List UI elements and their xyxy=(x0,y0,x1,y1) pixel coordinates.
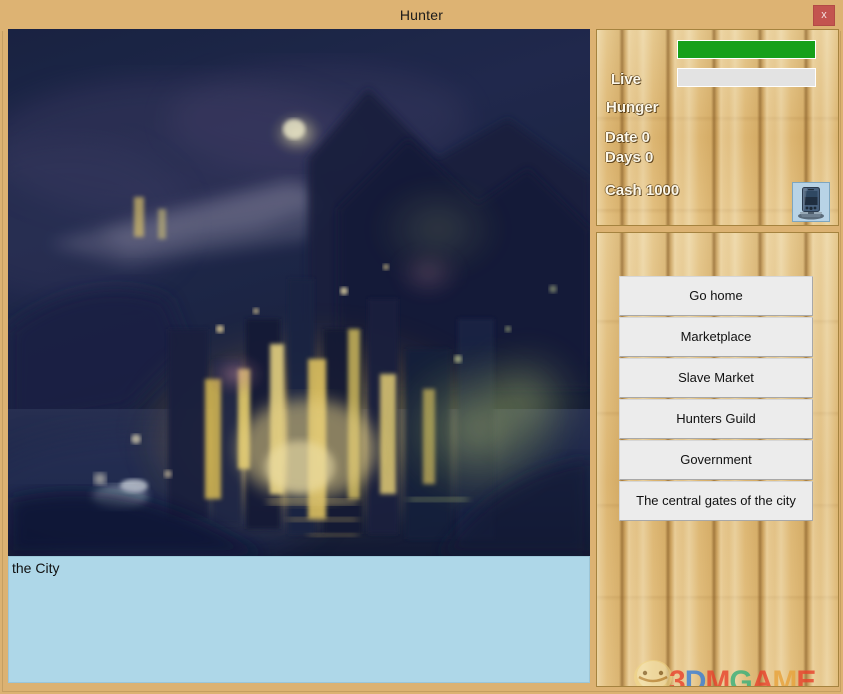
hunters-guild-button[interactable]: Hunters Guild xyxy=(619,399,813,439)
go-home-button[interactable]: Go home xyxy=(619,276,813,316)
status-panel: Live Hunger Date 0 Days 0 Cash 1000 xyxy=(596,29,839,226)
watermark-letter: 3 xyxy=(669,665,685,687)
message-log[interactable]: the City xyxy=(8,556,590,683)
watermark-text: 3DMGAME xyxy=(669,665,815,687)
watermark-letter: M xyxy=(772,665,796,687)
cash-value: Cash 1000 xyxy=(605,182,679,199)
watermark: 3DMGAME xyxy=(625,657,837,687)
log-text: the City xyxy=(12,560,59,577)
window-title: Hunter xyxy=(0,0,843,31)
title-bar: Hunter x xyxy=(0,0,843,31)
watermark-letter: E xyxy=(796,665,815,687)
government-button[interactable]: Government xyxy=(619,440,813,480)
live-label: Live xyxy=(611,71,641,88)
watermark-letter: M xyxy=(705,665,729,687)
game-window: Hunter x xyxy=(0,0,843,694)
pda-phone-dock-icon[interactable] xyxy=(792,182,830,222)
watermark-letter: G xyxy=(729,665,751,687)
slave-market-button[interactable]: Slave Market xyxy=(619,358,813,398)
watermark-letter: D xyxy=(685,665,706,687)
hunger-label: Hunger xyxy=(606,99,659,116)
hunger-bar xyxy=(677,68,816,87)
marketplace-button[interactable]: Marketplace xyxy=(619,317,813,357)
actions-panel: Go home Marketplace Slave Market Hunters… xyxy=(596,232,839,687)
right-column: Live Hunger Date 0 Days 0 Cash 1000 xyxy=(596,29,839,687)
live-bar xyxy=(677,40,816,59)
watermark-letter: A xyxy=(752,665,773,687)
night-city-painting xyxy=(8,29,590,556)
scene-picture xyxy=(8,29,590,556)
date-value: Date 0 xyxy=(605,129,650,146)
live-bar-fill xyxy=(678,41,815,58)
close-button[interactable]: x xyxy=(813,5,835,26)
3dmgame-mascot-logo xyxy=(625,657,681,687)
action-button-list: Go home Marketplace Slave Market Hunters… xyxy=(619,276,813,522)
days-value: Days 0 xyxy=(605,149,653,166)
central-gates-button[interactable]: The central gates of the city xyxy=(619,481,813,521)
